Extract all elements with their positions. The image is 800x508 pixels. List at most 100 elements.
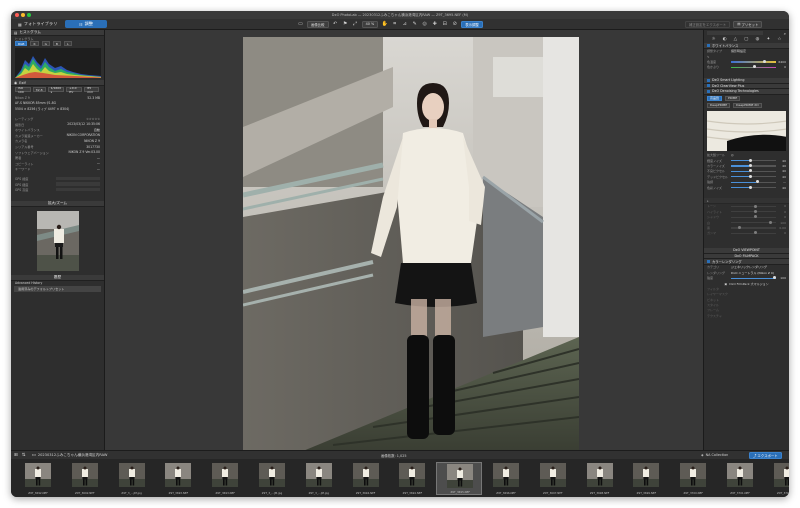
filmstrip-thumb[interactable]: Z9T_3701.NEF [717, 462, 763, 495]
channel-rgb[interactable]: RGB [15, 41, 28, 46]
thumb-image [165, 463, 192, 487]
thumb-image [773, 463, 789, 487]
gps-lon-field[interactable] [56, 182, 100, 186]
denoise-deepprime-button[interactable]: DeepPRIME [707, 102, 731, 108]
window-controls [15, 13, 31, 17]
main-photo[interactable] [243, 37, 579, 451]
detail-icon[interactable]: △ [734, 37, 737, 42]
thumb-image [399, 463, 426, 487]
navigator-header[interactable]: 拡大/ズーム [11, 200, 104, 207]
filmstrip-thumb[interactable]: Z9T_3696.NEF [483, 462, 529, 495]
filmstrip-thumb[interactable]: Z9T_3_…JM.jpg [109, 462, 155, 495]
collection-label[interactable]: ◈ NA Collection [701, 453, 728, 457]
filmstrip-thumb[interactable]: Z9T_3702.NEF [764, 462, 789, 495]
filmstrip-thumb[interactable]: Z9T_3699.NEF [623, 462, 669, 495]
undo-icon[interactable]: ↶ [332, 21, 339, 28]
tail-item[interactable]: テクスチャ [704, 313, 789, 318]
eyedropper-icon[interactable]: ✎ [411, 21, 418, 28]
search-icon[interactable]: ⌕ [784, 31, 786, 36]
tab-customize[interactable]: ☷ 調整 [65, 20, 107, 28]
light-icon[interactable]: ☼ [712, 37, 716, 42]
exif-values: ISO 100 f/2.8 1/1600 s +0.0 EV 85 mm [11, 86, 104, 94]
meta-row: キーワード — [15, 166, 100, 172]
focal-value: 85 mm [84, 86, 100, 94]
crop-icon[interactable]: ⌗ [391, 21, 398, 28]
filmstrip-thumb[interactable]: Z9T_3_…JM.jpg [296, 462, 342, 495]
tint-slider[interactable]: 色かぶり 0 [704, 65, 789, 70]
effect-icon[interactable]: ✦ [767, 37, 771, 42]
denoise-hq-button[interactable]: 高品質 [707, 95, 723, 101]
fit-icon[interactable]: ⤢ [352, 21, 359, 28]
filmstrip-toolbar: ⊞ ⇅ ▭ 20230312ふみこちゃん横浜港湾区内RAW 画像枚数: 1,02… [11, 450, 789, 459]
filter-icon[interactable]: ⊞ [14, 453, 18, 458]
thumb-image [680, 463, 707, 487]
image-viewer[interactable] [105, 30, 703, 451]
zoom-select[interactable]: 40 % [361, 20, 379, 28]
filmstrip-thumb[interactable]: Z9T_3694.NEF [389, 462, 435, 495]
filmstrip-thumb[interactable]: Z9T_3698.NEF [577, 462, 623, 495]
navigator-thumbnail[interactable] [36, 210, 79, 271]
gamma-slider[interactable]: ガンマ 0 [704, 231, 789, 236]
filmpack-tail: フィルタ レイヤーマスク ビネット スタイル フレーム テクスチャ [704, 286, 789, 318]
filmstrip-thumb[interactable]: Z9T_3_…JM.jpg [249, 462, 295, 495]
shutter-value: 1/1600 s [47, 86, 65, 94]
geometry-icon[interactable]: ▢ [744, 37, 748, 42]
thumb-filename: Z9T_3699.NEF [636, 491, 657, 495]
local-icon[interactable]: ◍ [756, 37, 760, 42]
chroma-noise-slider[interactable]: 色彩ノイズ 40 [704, 185, 789, 190]
denoise-prime-button[interactable]: PRIME [725, 95, 741, 101]
gps-lat-field[interactable] [56, 176, 100, 181]
history-item-selected[interactable]: 適用済みのデフォルトプリセット [14, 286, 101, 292]
flag-icon[interactable]: ⚑ [342, 21, 349, 28]
channel-r[interactable]: R [30, 41, 39, 46]
compare-button[interactable]: 画像比較 [307, 20, 329, 28]
display-icon[interactable]: ▭ [297, 21, 304, 28]
minimize-window-button[interactable] [21, 13, 25, 17]
star-icon[interactable]: ☆ [777, 37, 781, 42]
export-button[interactable]: ⤴ エクスポート [749, 452, 782, 459]
export-settings-button[interactable]: 補正設定をエクスポート [685, 20, 731, 28]
apply-button[interactable]: 表示調整 [461, 20, 483, 28]
gps-alt-field[interactable] [56, 187, 100, 192]
filmstrip-thumb[interactable]: Z9T_3694.NEF [343, 462, 389, 495]
filmstrip-thumb[interactable]: Z9T_3697.NEF [530, 462, 576, 495]
repair-icon[interactable]: ✚ [431, 21, 438, 28]
filmstrip-thumb[interactable]: Z9T_3695.NEF [436, 462, 483, 495]
filmstrip-thumb[interactable]: Z9T_3692.NEF [62, 462, 108, 495]
thumb-filename: Z9T_3701.NEF [730, 491, 750, 495]
sliders-icon: ☷ [79, 21, 83, 27]
local-adjust-icon[interactable]: ◎ [421, 21, 428, 28]
straighten-icon[interactable]: ⊿ [401, 21, 408, 28]
chain-icon[interactable]: ⊘ [451, 21, 458, 28]
loupe-preview[interactable] [707, 110, 786, 151]
tab-photo-library[interactable]: ▦ フォトライブラリ [14, 20, 61, 28]
denoise-mode-row1: 高品質 PRIME [704, 95, 789, 102]
channel-g[interactable]: G [41, 41, 50, 46]
filmstrip-thumb[interactable]: Z9T_3693.NEF [202, 462, 248, 495]
thumb-image [352, 463, 379, 487]
app-window: DxO PhotoLab — 20230312ふみこちゃん横浜港湾区内RAW —… [11, 11, 789, 497]
filmstrip-thumb[interactable]: Z9T_3700.NEF [670, 462, 716, 495]
eyedropper-icon[interactable]: ✎ [707, 55, 729, 59]
preset-button[interactable]: ▤ プリセット [733, 20, 763, 28]
sort-icon[interactable]: ⇅ [22, 453, 26, 458]
close-window-button[interactable] [15, 13, 19, 17]
zoom-window-button[interactable] [27, 13, 31, 17]
color-icon[interactable]: ◐ [723, 37, 727, 42]
folder-name[interactable]: 20230312ふみこちゃん横浜港湾区内RAW [38, 453, 108, 458]
channel-b[interactable]: B [52, 41, 61, 46]
hand-icon[interactable]: ✋ [381, 21, 388, 28]
denoise-deepprimexd-button[interactable]: DeepPRIME XD [733, 102, 762, 108]
filmstrip-thumb[interactable]: Z9T_3692.NEF [15, 462, 61, 495]
search-input[interactable] [707, 31, 763, 35]
layers-icon: ◈ [701, 453, 704, 457]
thumb-image [586, 463, 613, 487]
filmstrip-thumb[interactable]: Z9T_3693.NEF [155, 462, 201, 495]
title-bar: DxO PhotoLab — 20230312ふみこちゃん横浜港湾区内RAW —… [11, 11, 789, 19]
channel-l[interactable]: L [63, 41, 72, 46]
thumb-image [727, 463, 753, 487]
main-toolbar: ▦ フォトライブラリ ☷ 調整 ▭ 画像比較 ↶ ⚑ ⤢ 40 % ✋ ⌗ ⊿ … [11, 19, 789, 30]
target-icon[interactable]: ◎ [731, 153, 734, 157]
right-panel: ⌕ ☼ ◐ △ ▢ ◍ ✦ ☆ ホワイトバランス 調整タイプ 撮影時設定 ✎ 色温… [703, 30, 789, 450]
horizon-icon[interactable]: ⊟ [441, 21, 448, 28]
